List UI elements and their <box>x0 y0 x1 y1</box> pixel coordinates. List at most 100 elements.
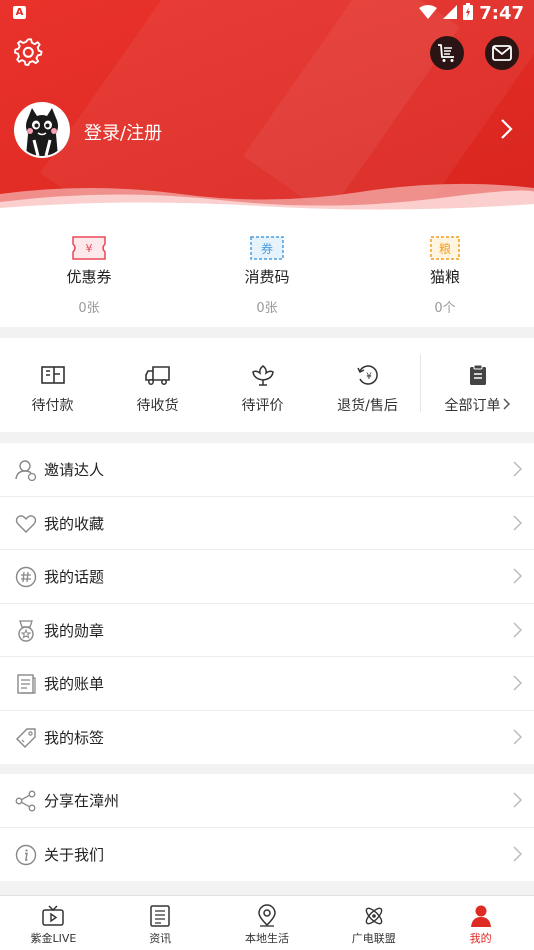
menu-label: 分享在漳州 <box>44 792 120 810</box>
voucher-icon: 券 <box>250 236 284 260</box>
heart-icon <box>15 514 37 533</box>
chevron-right-icon <box>513 792 522 808</box>
tab-label: 我的 <box>469 932 492 945</box>
stat-cat-food[interactable]: 粮 猫粮 0个 <box>356 215 534 327</box>
menu-primary: 邀请达人 我的收藏 我的话题 我的勋章 我的账单 我的标签 <box>0 443 534 764</box>
hashtag-icon <box>15 566 37 588</box>
menu-label: 我的勋章 <box>44 621 105 640</box>
menu-label: 我的收藏 <box>44 514 105 533</box>
location-icon <box>258 904 276 927</box>
cat-food-icon: 粮 <box>430 236 460 260</box>
bill-icon <box>17 674 36 694</box>
menu-item-invite[interactable]: 邀请达人 <box>0 443 534 497</box>
tab-live[interactable]: 紫金LIVE <box>0 896 107 950</box>
svg-text:¥: ¥ <box>86 242 93 255</box>
menu-label: 我的话题 <box>44 568 105 586</box>
tv-icon <box>42 905 65 926</box>
chevron-right-icon <box>500 118 514 144</box>
battery-icon <box>463 3 474 24</box>
header-wave <box>0 183 534 215</box>
settings-button[interactable] <box>14 38 44 68</box>
order-pending-payment[interactable]: 待付款 <box>0 338 105 432</box>
tab-label: 本地生活 <box>244 932 289 945</box>
status-time: 7:47 <box>479 3 524 24</box>
cart-icon <box>438 44 454 62</box>
menu-item-about[interactable]: 关于我们 <box>0 828 534 882</box>
order-label: 全部订单 <box>445 395 511 415</box>
clipboard-icon <box>469 364 486 385</box>
order-label: 待收货 <box>136 398 179 414</box>
signal-icon <box>443 4 458 23</box>
order-status-row: 待付款 待收货 待评价 ¥ 退货/售后 全部订单 <box>0 338 534 432</box>
cart-button[interactable] <box>430 36 464 70</box>
menu-item-favorites[interactable]: 我的收藏 <box>0 497 534 550</box>
avatar[interactable] <box>14 102 70 158</box>
menu-label: 邀请达人 <box>44 461 105 479</box>
bottom-tab-bar: 紫金LIVE 资讯 本地生活 广电联盟 我的 <box>0 895 534 950</box>
stat-value: 0个 <box>434 301 456 316</box>
order-label: 退货/售后 <box>337 398 398 414</box>
stat-value: 0张 <box>256 301 278 316</box>
chevron-right-icon <box>513 845 522 862</box>
tab-local-life[interactable]: 本地生活 <box>214 896 321 950</box>
tag-icon <box>16 727 36 748</box>
stat-label: 消费码 <box>244 268 290 286</box>
cat-avatar-icon <box>16 104 68 156</box>
chevron-right-icon <box>513 461 522 477</box>
tab-alliance[interactable]: 广电联盟 <box>320 896 427 950</box>
chevron-right-icon <box>513 728 522 745</box>
coupon-icon: ¥ <box>72 236 106 260</box>
order-pending-receipt[interactable]: 待收货 <box>105 338 210 432</box>
order-pending-review[interactable]: 待评价 <box>210 338 315 432</box>
menu-item-tags[interactable]: 我的标签 <box>0 711 534 765</box>
login-register-link[interactable]: 登录/注册 <box>84 119 162 145</box>
stat-value: 0张 <box>78 301 100 316</box>
order-label: 待评价 <box>241 398 284 414</box>
menu-label: 我的标签 <box>44 728 105 747</box>
invite-user-icon <box>15 460 37 481</box>
order-refund[interactable]: ¥ 退货/售后 <box>315 338 420 432</box>
tab-news[interactable]: 资讯 <box>107 896 214 950</box>
svg-text:¥: ¥ <box>366 372 372 382</box>
assets-summary: ¥ 优惠券 0张 券 消费码 0张 粮 猫粮 0个 <box>0 215 534 327</box>
status-app-badge: A <box>13 6 26 19</box>
wallet-icon <box>40 366 65 384</box>
all-orders-link[interactable]: 全部订单 <box>421 338 534 432</box>
tab-label: 广电联盟 <box>351 932 396 945</box>
tab-label: 紫金LIVE <box>30 932 77 945</box>
svg-text:券: 券 <box>261 241 273 256</box>
svg-text:粮: 粮 <box>439 241 451 256</box>
flower-icon <box>251 365 274 386</box>
atom-icon <box>365 907 383 925</box>
profile-header: A 7:47 登录/注册 <box>0 0 534 215</box>
stat-vouchers[interactable]: 券 消费码 0张 <box>178 215 356 327</box>
all-orders-label: 全部订单 <box>444 398 501 414</box>
stat-label: 猫粮 <box>429 268 460 286</box>
gear-icon <box>14 38 43 66</box>
share-icon <box>15 790 36 812</box>
menu-label: 我的账单 <box>44 675 105 693</box>
stat-coupons[interactable]: ¥ 优惠券 0张 <box>0 215 178 327</box>
menu-item-share[interactable]: 分享在漳州 <box>0 774 534 828</box>
tab-label: 资讯 <box>149 932 172 945</box>
message-button[interactable] <box>485 36 519 70</box>
info-icon <box>15 844 37 865</box>
user-icon <box>470 905 491 927</box>
menu-item-topics[interactable]: 我的话题 <box>0 550 534 604</box>
tab-mine[interactable]: 我的 <box>427 896 534 950</box>
medal-icon <box>18 619 34 642</box>
menu-item-medals[interactable]: 我的勋章 <box>0 604 534 657</box>
chevron-right-icon <box>513 514 522 531</box>
menu-secondary: 分享在漳州 关于我们 <box>0 774 534 881</box>
menu-item-bills[interactable]: 我的账单 <box>0 657 534 711</box>
menu-label: 关于我们 <box>44 845 105 864</box>
status-bar: A 7:47 <box>0 0 534 28</box>
refund-icon: ¥ <box>356 365 378 385</box>
wifi-icon <box>419 4 438 23</box>
chevron-right-icon <box>513 675 522 691</box>
news-icon <box>150 905 170 927</box>
truck-icon <box>144 366 170 385</box>
order-label: 待付款 <box>31 398 74 414</box>
stat-label: 优惠券 <box>66 268 112 286</box>
login-row[interactable]: 登录/注册 <box>14 102 520 160</box>
